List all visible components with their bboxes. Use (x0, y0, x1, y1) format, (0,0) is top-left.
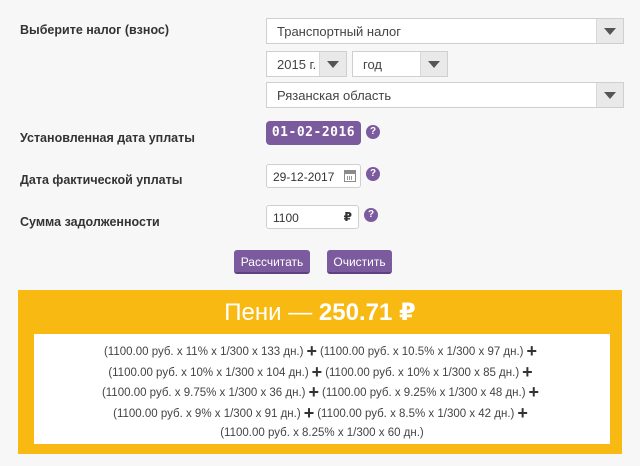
formula-line: (1100.00 руб. x 10% x 1/300 x 104 дн.) +(… (40, 363, 604, 384)
plus-icon: + (311, 361, 323, 382)
chevron-down-icon (604, 92, 616, 99)
year-select-value: 2015 г. (277, 57, 317, 72)
formula-line: (1100.00 руб. x 11% x 1/300 x 133 дн.) +(… (40, 342, 604, 363)
period-select[interactable]: год (352, 51, 448, 77)
formula-box: (1100.00 руб. x 11% x 1/300 x 133 дн.) +(… (34, 334, 610, 444)
help-icon[interactable]: ? (364, 208, 378, 222)
chevron-down-icon (327, 61, 339, 68)
result-prefix: Пени — (224, 299, 313, 326)
due-date-label: Установленная дата уплаты (20, 131, 195, 145)
calendar-icon[interactable] (344, 170, 356, 182)
help-icon[interactable]: ? (366, 125, 380, 139)
plus-icon: + (308, 382, 319, 402)
tax-select[interactable]: Транспортный налог (266, 18, 624, 44)
ruble-icon: ₽ (343, 210, 352, 224)
tax-select-value: Транспортный налог (277, 24, 402, 39)
plus-icon: + (522, 361, 533, 382)
formula-term: (1100.00 руб. x 9.75% x 1/300 x 36 дн.) (101, 387, 306, 399)
debt-label: Сумма задолженности (20, 215, 160, 229)
formula-line: (1100.00 руб. x 9.75% x 1/300 x 36 дн.) +… (40, 383, 604, 404)
plus-icon: + (517, 402, 528, 423)
formula-term: (1100.00 руб. x 9.25% x 1/300 x 48 дн.) (322, 387, 526, 399)
region-select[interactable]: Рязанская область (266, 82, 624, 108)
region-select-arrow[interactable] (596, 83, 623, 107)
debt-value: 1100 (273, 211, 299, 225)
actual-date-value: 29-12-2017 (273, 170, 335, 184)
tax-select-arrow[interactable] (596, 19, 623, 43)
result-panel: Пени — 250.71 ₽ (1100.00 руб. x 11% x 1/… (18, 290, 622, 454)
calculate-button[interactable]: Рассчитать (234, 250, 310, 274)
plus-icon: + (306, 341, 317, 361)
chevron-down-icon (604, 28, 616, 35)
formula-term: (1100.00 руб. x 11% x 1/300 x 133 дн.) (103, 346, 304, 358)
debt-input[interactable]: 1100 ₽ (266, 205, 359, 229)
formula-term: (1100.00 руб. x 8.25% x 1/300 x 60 дн.) (220, 427, 424, 439)
tax-label: Выберите налог (взнос) (20, 23, 170, 37)
result-amount: 250.71 ₽ (318, 299, 416, 326)
formula-term: (1100.00 руб. x 10.5% x 1/300 x 97 дн.) (319, 346, 524, 358)
year-select-arrow[interactable] (319, 52, 346, 76)
help-icon[interactable]: ? (366, 167, 380, 181)
plus-icon: + (528, 382, 540, 402)
formula-line: (1100.00 руб. x 8.25% x 1/300 x 60 дн.) (40, 424, 604, 444)
formula-line: (1100.00 руб. x 9% x 1/300 x 91 дн.) + (11… (40, 404, 604, 425)
period-select-arrow[interactable] (420, 52, 447, 76)
formula-term: (1100.00 руб. x 10% x 1/300 x 85 дн.) (325, 366, 520, 379)
due-date-value: 01-02-2016 (266, 121, 361, 145)
plus-icon: + (526, 341, 538, 361)
formula-term: (1100.00 руб. x 9% x 1/300 x 91 дн.) (113, 407, 301, 420)
plus-icon: + (303, 402, 315, 423)
period-select-value: год (363, 57, 382, 72)
actual-date-input[interactable]: 29-12-2017 (266, 164, 361, 188)
result-title: Пени — 250.71 ₽ (18, 298, 622, 327)
formula-term: (1100.00 руб. x 10% x 1/300 x 104 дн.) (108, 366, 309, 379)
year-select[interactable]: 2015 г. (266, 51, 347, 77)
region-select-value: Рязанская область (277, 88, 392, 103)
chevron-down-icon (428, 61, 440, 68)
formula-term: (1100.00 руб. x 8.5% x 1/300 x 42 дн.) (317, 407, 515, 420)
clear-button[interactable]: Очистить (327, 250, 392, 274)
actual-date-label: Дата фактической уплаты (20, 173, 183, 187)
